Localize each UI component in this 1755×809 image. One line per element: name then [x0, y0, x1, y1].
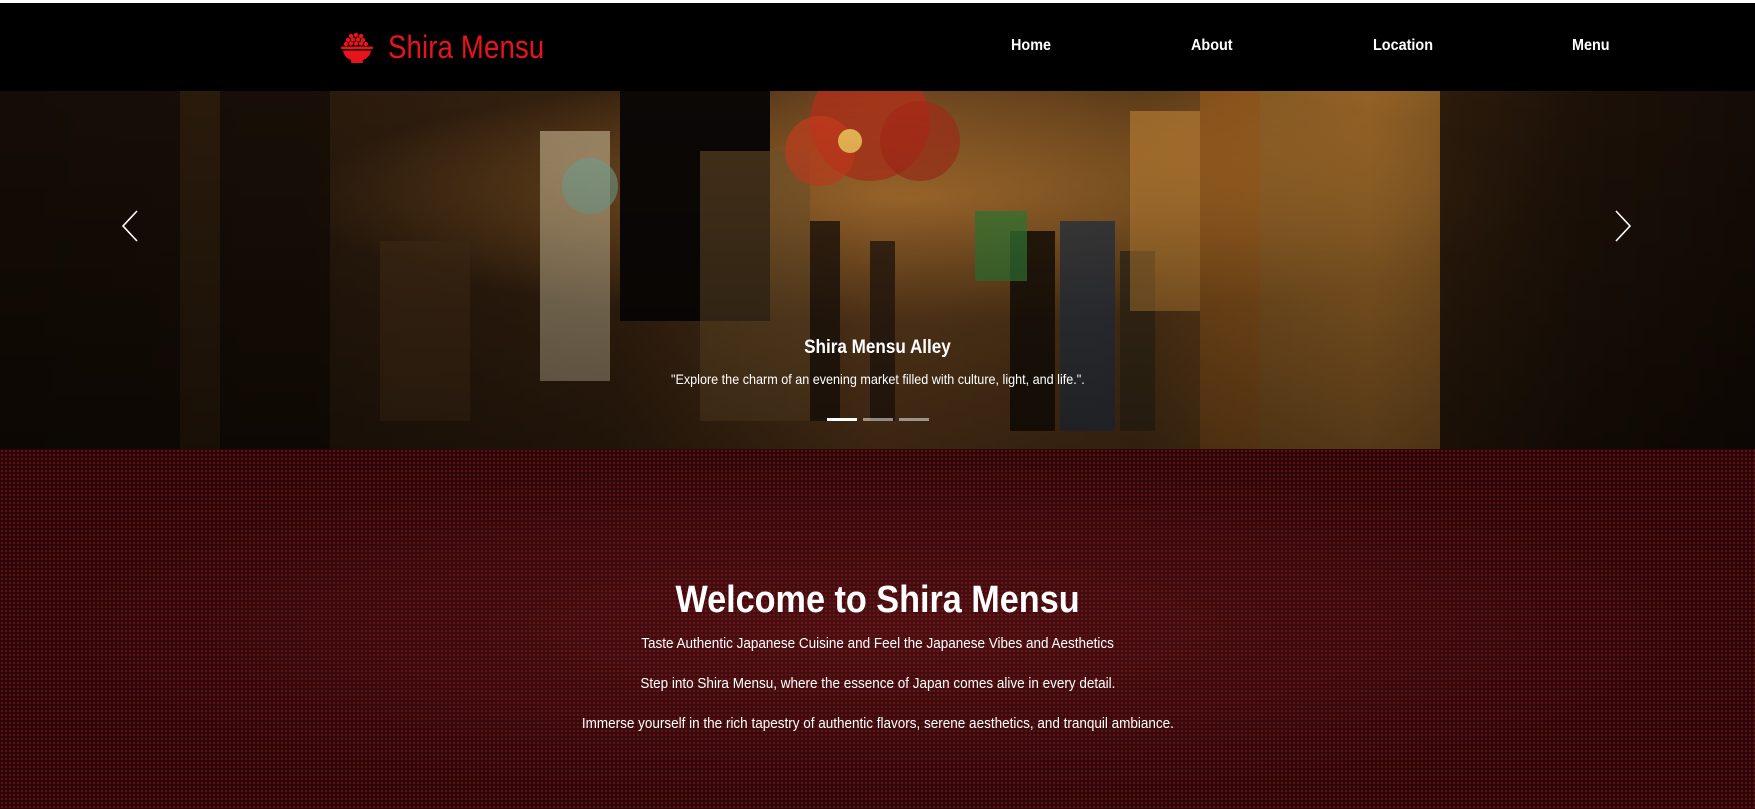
chevron-right-icon: [1615, 210, 1632, 242]
welcome-title: Welcome to Shira Mensu: [675, 579, 1080, 621]
nav-links: Home About Location Menu: [0, 3, 1755, 91]
welcome-tagline: Taste Authentic Japanese Cuisine and Fee…: [641, 635, 1114, 652]
welcome-line-1-wrap: Taste Authentic Japanese Cuisine and Fee…: [0, 635, 1755, 652]
welcome-section: Welcome to Shira Mensu Taste Authentic J…: [0, 449, 1755, 809]
carousel-indicator-3[interactable]: [898, 418, 929, 421]
slide-title-wrap: Shira Mensu Alley: [0, 337, 1755, 359]
welcome-title-wrap: Welcome to Shira Mensu: [0, 579, 1755, 622]
slide-text-wrap: "Explore the charm of an evening market …: [0, 371, 1755, 387]
nav-menu[interactable]: Menu: [1572, 37, 1610, 55]
welcome-intro: Step into Shira Mensu, where the essence…: [639, 675, 1116, 692]
carousel-prev-button[interactable]: [110, 201, 150, 251]
welcome-line-2-wrap: Step into Shira Mensu, where the essence…: [0, 675, 1755, 692]
carousel-next-button[interactable]: [1603, 201, 1643, 251]
navbar: Shira Mensu Home About Location Menu: [0, 3, 1755, 91]
nav-location[interactable]: Location: [1373, 37, 1433, 55]
slide-text: "Explore the charm of an evening market …: [670, 371, 1085, 387]
nav-home[interactable]: Home: [1011, 37, 1051, 55]
carousel-indicator-1[interactable]: [826, 418, 857, 421]
welcome-line-3-wrap: Immerse yourself in the rich tapestry of…: [0, 715, 1755, 732]
hero-carousel: Shira Mensu Alley "Explore the charm of …: [0, 91, 1755, 449]
chevron-left-icon: [121, 210, 138, 242]
carousel-indicators: [0, 418, 1755, 421]
nav-about[interactable]: About: [1191, 37, 1233, 55]
welcome-description: Immerse yourself in the rich tapestry of…: [581, 715, 1174, 732]
hero-image: [0, 91, 1755, 449]
carousel-indicator-2[interactable]: [862, 418, 893, 421]
slide-title: Shira Mensu Alley: [804, 337, 951, 358]
